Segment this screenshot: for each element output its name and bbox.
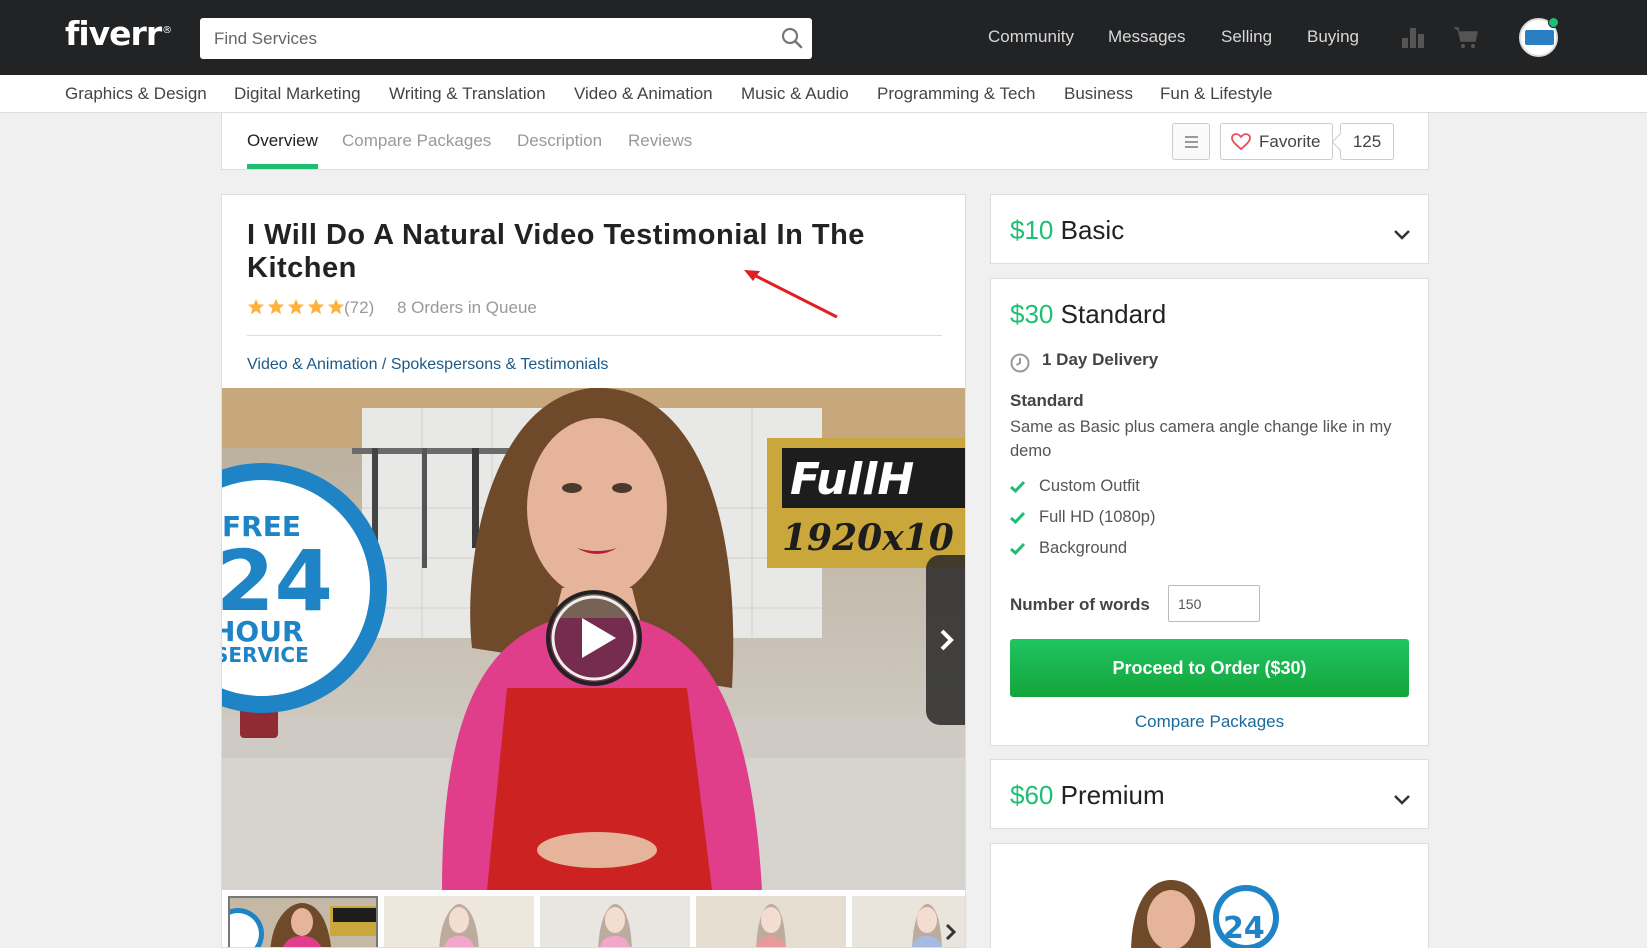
checkmark-icon xyxy=(1010,480,1025,493)
seller-card: 24 xyxy=(990,843,1429,948)
checkmark-icon xyxy=(1010,542,1025,555)
gig-subnav: Overview Compare Packages Description Re… xyxy=(221,113,1429,170)
chevron-down-icon[interactable] xyxy=(1393,229,1411,241)
divider xyxy=(247,335,942,336)
nav-messages[interactable]: Messages xyxy=(1108,27,1185,47)
category-programming-tech[interactable]: Programming & Tech xyxy=(877,84,1035,104)
analytics-icon[interactable] xyxy=(1400,24,1426,50)
search-icon[interactable] xyxy=(780,26,804,50)
orders-in-queue: 8 Orders in Queue xyxy=(397,298,537,317)
favorite-label: Favorite xyxy=(1259,132,1321,151)
thumbnail[interactable] xyxy=(540,896,690,947)
compare-packages-link[interactable]: Compare Packages xyxy=(991,712,1428,732)
online-status-dot xyxy=(1548,17,1559,28)
category-digital-marketing[interactable]: Digital Marketing xyxy=(234,84,361,104)
breadcrumb-subcategory[interactable]: Spokespersons & Testimonials xyxy=(391,356,609,373)
star-icon xyxy=(267,298,285,315)
favorite-count: 125 xyxy=(1340,123,1394,160)
nav-buying[interactable]: Buying xyxy=(1307,27,1359,47)
search-bar xyxy=(200,18,812,59)
resolution-badge-text: 1920x10 xyxy=(782,517,954,559)
package-standard-header: $30 Standard xyxy=(1010,299,1166,330)
thumbnail[interactable] xyxy=(696,896,846,947)
nav-community[interactable]: Community xyxy=(988,27,1074,47)
proceed-to-order-button[interactable]: Proceed to Order ($30) xyxy=(1010,639,1409,697)
seller-photo: 24 xyxy=(1131,880,1279,948)
gig-video-player[interactable]: FullH 1920x10 FREE 24 HOUR SERVICE xyxy=(222,388,965,890)
tab-description[interactable]: Description xyxy=(517,131,602,151)
package-price: $60 xyxy=(1010,780,1054,810)
number-of-words-label: Number of words xyxy=(1010,595,1150,614)
package-standard: $30 Standard 1 Day Delivery Standard Sam… xyxy=(990,278,1429,746)
star-icon xyxy=(307,298,325,315)
play-icon[interactable] xyxy=(544,588,644,688)
annotation-arrow xyxy=(744,270,838,319)
package-premium[interactable]: $60 Premium xyxy=(990,759,1429,829)
category-graphics-design[interactable]: Graphics & Design xyxy=(65,84,207,104)
number-of-words-input[interactable] xyxy=(1168,585,1260,622)
package-price: $10 xyxy=(1010,215,1054,245)
review-count[interactable]: (72) xyxy=(344,298,374,318)
favorite-button[interactable]: Favorite xyxy=(1220,123,1333,160)
package-price: $30 xyxy=(1010,299,1054,329)
category-video-animation[interactable]: Video & Animation xyxy=(574,84,713,104)
menu-button[interactable] xyxy=(1172,123,1210,160)
tab-compare-packages[interactable]: Compare Packages xyxy=(342,131,491,151)
package-basic-header: $10 Basic xyxy=(1010,215,1124,246)
search-input[interactable] xyxy=(200,18,760,59)
chevron-right-icon[interactable] xyxy=(944,922,958,942)
package-title: Standard xyxy=(1010,391,1084,410)
package-name: Standard xyxy=(1060,299,1167,329)
package-premium-header: $60 Premium xyxy=(1010,780,1165,811)
gallery-thumbnails xyxy=(222,894,965,947)
nav-selling[interactable]: Selling xyxy=(1221,27,1272,47)
badge-service-text: SERVICE xyxy=(222,643,309,667)
rating-stars xyxy=(247,298,347,316)
checkmark-icon xyxy=(1010,511,1025,524)
top-bar: fiverr® Community Messages Selling Buyin… xyxy=(0,0,1647,75)
breadcrumb-separator: / xyxy=(377,356,391,373)
hd-badge-text: FullH xyxy=(790,454,914,505)
category-bar: Graphics & Design Digital Marketing Writ… xyxy=(0,75,1647,113)
package-description: Same as Basic plus camera angle change l… xyxy=(1010,418,1392,460)
fiverr-logo[interactable]: fiverr® xyxy=(65,14,172,53)
package-name: Basic xyxy=(1060,215,1125,245)
star-icon xyxy=(247,298,265,315)
category-fun-lifestyle[interactable]: Fun & Lifestyle xyxy=(1160,84,1272,104)
tab-overview[interactable]: Overview xyxy=(247,131,318,151)
heart-icon xyxy=(1231,133,1251,151)
gig-panel: I Will Do A Natural Video Testimonial In… xyxy=(221,194,966,948)
thumbnail[interactable] xyxy=(384,896,534,947)
breadcrumb: Video & Animation / Spokespersons & Test… xyxy=(247,356,608,374)
chevron-right-icon xyxy=(940,629,954,651)
star-icon xyxy=(327,298,345,315)
category-business[interactable]: Business xyxy=(1064,84,1133,104)
package-name: Premium xyxy=(1060,780,1165,810)
seller-badge-text: 24 xyxy=(1223,911,1265,946)
delivery-time: 1 Day Delivery xyxy=(1042,350,1159,369)
clock-icon xyxy=(1010,353,1030,373)
star-icon xyxy=(287,298,305,315)
chevron-down-icon[interactable] xyxy=(1393,794,1411,806)
package-basic[interactable]: $10 Basic xyxy=(990,194,1429,264)
category-music-audio[interactable]: Music & Audio xyxy=(741,84,849,104)
thumbnail[interactable] xyxy=(228,896,378,947)
category-writing-translation[interactable]: Writing & Translation xyxy=(389,84,546,104)
next-slide-button[interactable] xyxy=(926,555,965,725)
active-tab-indicator xyxy=(247,164,318,169)
cart-icon[interactable] xyxy=(1453,24,1479,50)
breadcrumb-category[interactable]: Video & Animation xyxy=(247,356,377,373)
tab-reviews[interactable]: Reviews xyxy=(628,131,692,151)
